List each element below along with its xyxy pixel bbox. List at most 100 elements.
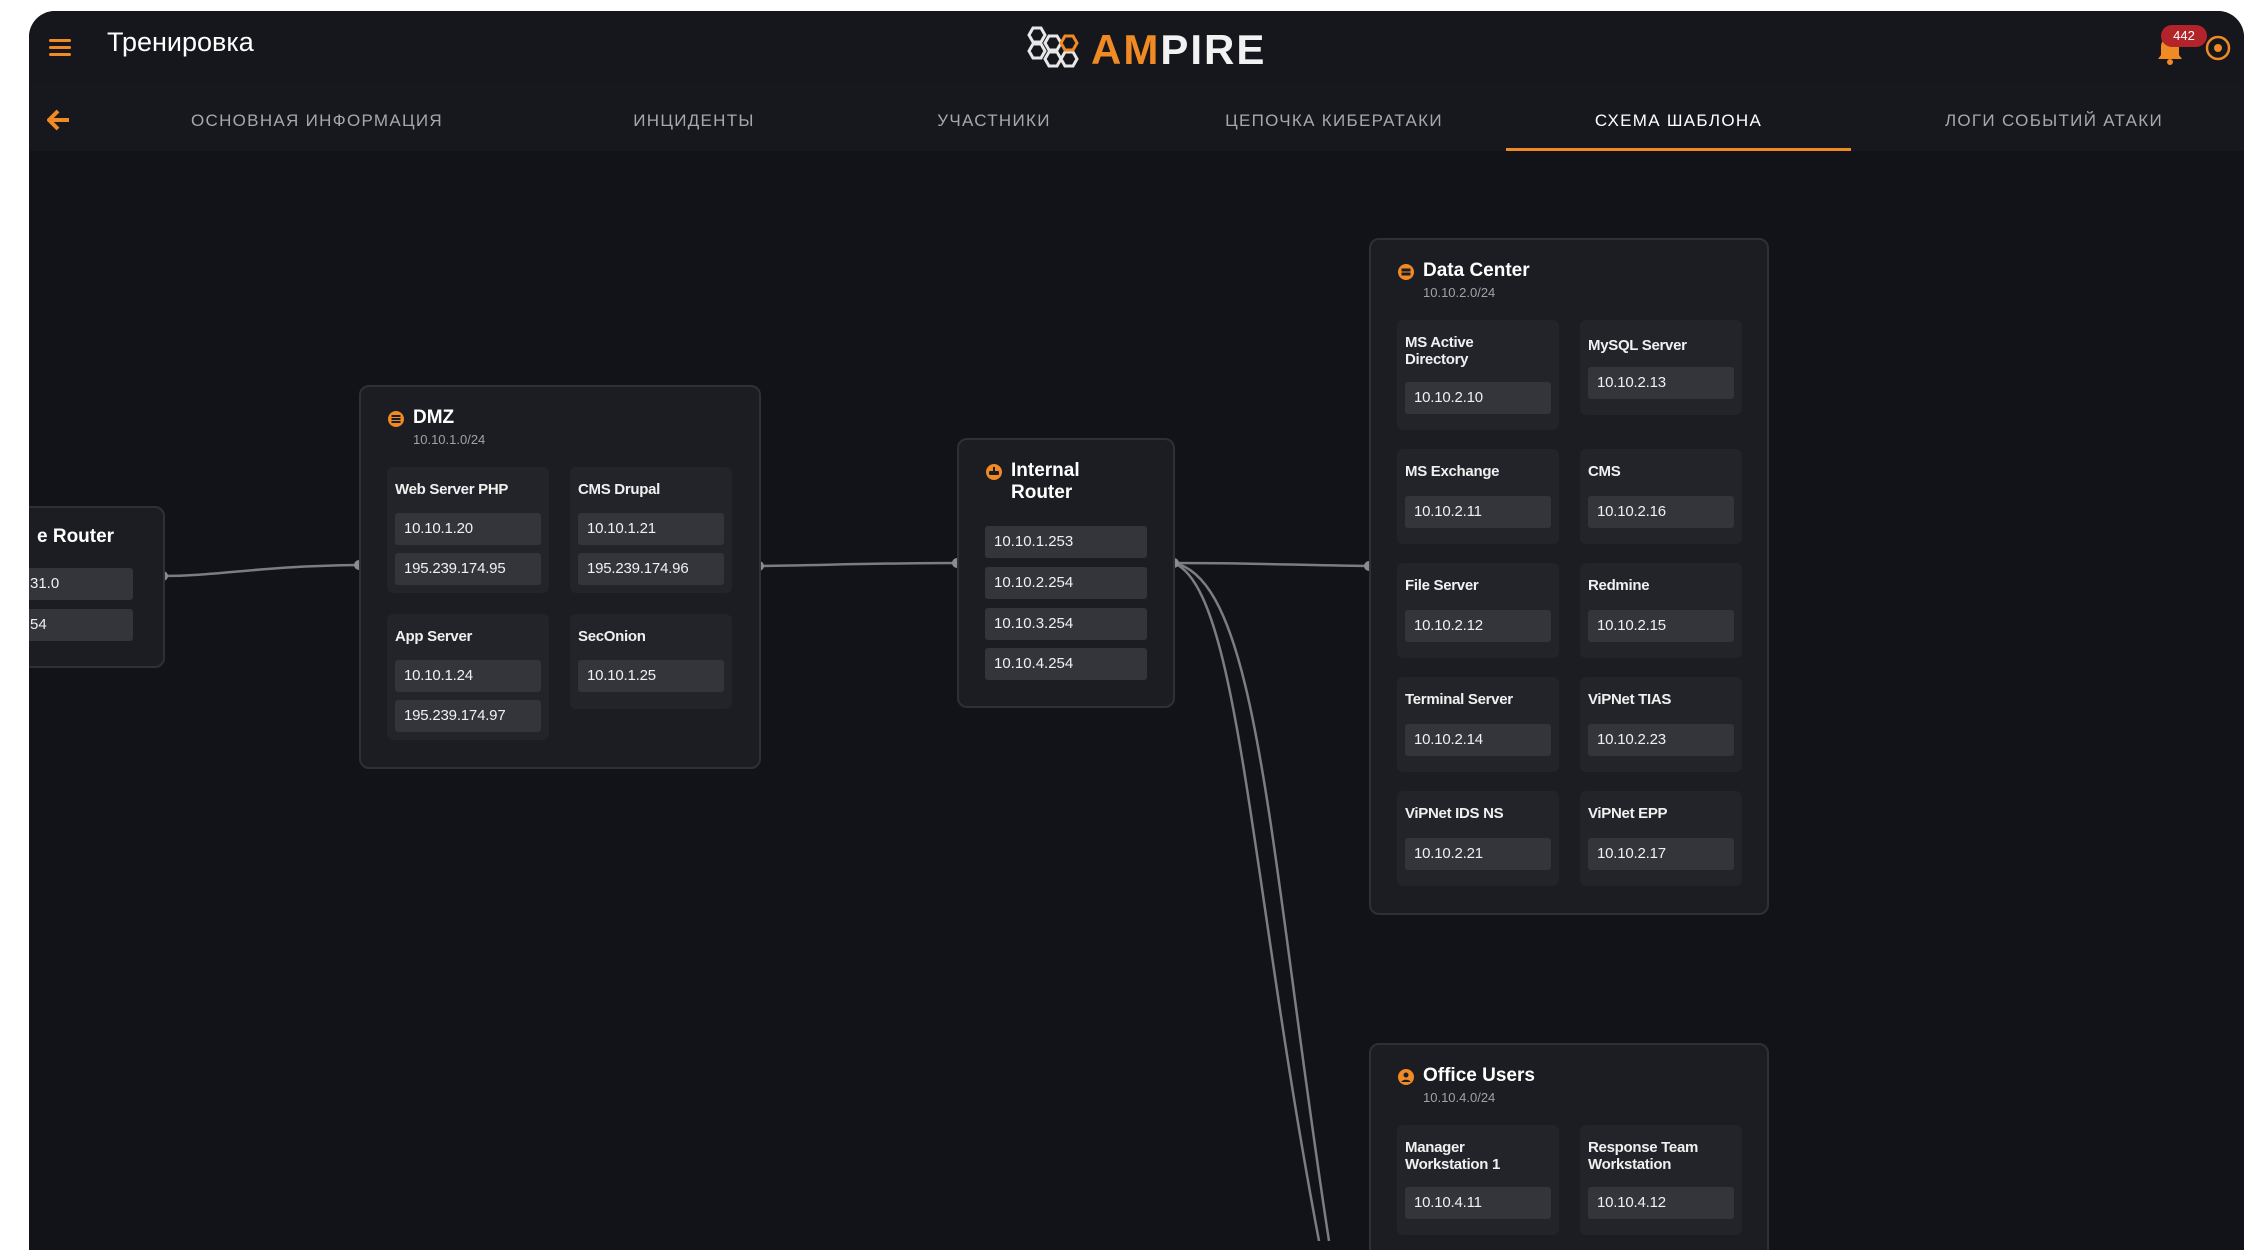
ip-chip: 10.10.1.25: [578, 660, 724, 692]
ip-chip: 10.10.2.16: [1588, 496, 1734, 528]
network-zone-icon: [388, 411, 404, 427]
ip-chip: 10.10.2.17: [1588, 838, 1734, 870]
host-card[interactable]: Response Team Workstation 10.10.4.12: [1580, 1125, 1742, 1235]
users-zone-icon: [1398, 1069, 1414, 1085]
host-name: CMS Drupal: [578, 481, 661, 498]
ip-chip: 10.10.2.11: [1405, 496, 1551, 528]
notification-badge: 442: [2161, 25, 2207, 47]
ip-chip: 10.10.1.21: [578, 513, 724, 545]
page-title: Тренировка: [107, 27, 254, 57]
host-name: Web Server PHP: [395, 481, 509, 498]
edge-edge-router-dmz: [162, 563, 360, 578]
ip-chip: 195.239.174.96: [578, 553, 724, 585]
host-card[interactable]: SecOnion 10.10.1.25: [570, 614, 732, 709]
host-card[interactable]: App Server 10.10.1.24 195.239.174.97: [387, 614, 549, 740]
ip-chip: 10.10.2.23: [1588, 724, 1734, 756]
host-name: ViPNet TIAS: [1588, 691, 1672, 708]
host-name: Manager: [1405, 1139, 1465, 1156]
tab-bar: ОСНОВНАЯ ИНФОРМАЦИЯ ИНЦИДЕНТЫ УЧАСТНИКИ …: [29, 83, 2244, 151]
data-center-zone-node[interactable]: Data Center 10.10.2.0/24 MS Active Direc…: [1369, 238, 1769, 915]
host-card[interactable]: CMS 10.10.2.16: [1580, 449, 1742, 544]
ip-chip: 10.10.2.14: [1405, 724, 1551, 756]
ip-chip: 195.239.174.97: [395, 700, 541, 732]
tab-kill-chain[interactable]: ЦЕПОЧКА КИБЕРАТАКИ: [1189, 83, 1479, 151]
host-card[interactable]: MS Exchange 10.10.2.11: [1397, 449, 1559, 544]
host-name: ViPNet EPP: [1588, 805, 1668, 822]
edge-router-office-1: [1173, 561, 1331, 1241]
host-name: CMS: [1588, 463, 1621, 480]
host-name: File Server: [1405, 577, 1479, 594]
host-card[interactable]: Web Server PHP 10.10.1.20 195.239.174.95: [387, 467, 549, 593]
ip-chip: 10.10.1.253: [985, 526, 1147, 558]
ip-chip: 10.10.2.254: [985, 567, 1147, 599]
ip-chip: 10.10.1.20: [395, 513, 541, 545]
ip-chip: 10.10.3.254: [985, 608, 1147, 640]
internal-router-node[interactable]: Internal Router 10.10.1.253 10.10.2.254 …: [957, 438, 1175, 708]
ip-chip: 10.10.2.10: [1405, 382, 1551, 414]
office-users-zone-node[interactable]: Office Users 10.10.4.0/24 Manager Workst…: [1369, 1043, 1769, 1250]
host-card[interactable]: MySQL Server 10.10.2.13: [1580, 320, 1742, 415]
ip-chip: 31.0: [29, 568, 133, 600]
network-diagram-canvas[interactable]: e Router 31.0 54 DMZ 10.10.1.0/24 Web Se…: [29, 151, 2244, 1250]
hamburger-menu-icon[interactable]: [49, 39, 71, 57]
host-name: Redmine: [1588, 577, 1650, 594]
host-card[interactable]: Manager Workstation 1 10.10.4.11: [1397, 1125, 1559, 1235]
zone-title: DMZ: [413, 407, 455, 428]
host-card[interactable]: ViPNet IDS NS 10.10.2.21: [1397, 791, 1559, 886]
logo-text: PIRE: [1160, 26, 1267, 73]
tab-participants[interactable]: УЧАСТНИКИ: [889, 83, 1099, 151]
ip-chip: 54: [29, 609, 133, 641]
zone-subnet: 10.10.2.0/24: [1423, 285, 1496, 300]
host-name: ViPNet IDS NS: [1405, 805, 1504, 822]
ip-chip: 10.10.2.21: [1405, 838, 1551, 870]
host-name-line2: Directory: [1405, 351, 1469, 368]
tab-incidents[interactable]: ИНЦИДЕНТЫ: [589, 83, 799, 151]
zone-title: Data Center: [1423, 260, 1530, 281]
host-name: MS Active: [1405, 334, 1474, 351]
top-bar: Тренировка AMPIRE 442: [29, 11, 2244, 83]
host-card[interactable]: File Server 10.10.2.12: [1397, 563, 1559, 658]
ip-chip: 10.10.4.12: [1588, 1187, 1734, 1219]
host-name: App Server: [395, 628, 473, 645]
host-card[interactable]: MS Active Directory 10.10.2.10: [1397, 320, 1559, 430]
ip-chip: 10.10.4.254: [985, 648, 1147, 680]
router-title-line2: Router: [1011, 482, 1073, 503]
router-title: Internal: [1011, 460, 1080, 481]
ip-chip: 10.10.2.13: [1588, 367, 1734, 399]
host-name-line2: Workstation: [1588, 1156, 1672, 1173]
ip-chip: 10.10.2.12: [1405, 610, 1551, 642]
host-card[interactable]: Redmine 10.10.2.15: [1580, 563, 1742, 658]
zone-subnet: 10.10.1.0/24: [413, 432, 486, 447]
dmz-zone-node[interactable]: DMZ 10.10.1.0/24 Web Server PHP 10.10.1.…: [359, 385, 761, 769]
ip-chip: 195.239.174.95: [395, 553, 541, 585]
host-card[interactable]: Terminal Server 10.10.2.14: [1397, 677, 1559, 772]
zone-title: Office Users: [1423, 1065, 1535, 1086]
host-card[interactable]: ViPNet TIAS 10.10.2.23: [1580, 677, 1742, 772]
tab-main-info[interactable]: ОСНОВНАЯ ИНФОРМАЦИЯ: [177, 83, 457, 151]
host-name: SecOnion: [578, 628, 646, 645]
server-zone-icon: [1398, 264, 1414, 280]
router-icon: [986, 464, 1002, 480]
edge-dmz-internal-router: [758, 561, 958, 568]
app-window: Тренировка AMPIRE 442 ОСНОВНАЯ ИНФОРМАЦИ…: [29, 11, 2244, 1250]
host-card[interactable]: CMS Drupal 10.10.1.21 195.239.174.96: [570, 467, 732, 593]
ip-chip: 10.10.1.24: [395, 660, 541, 692]
logo-text-accent: AM: [1091, 26, 1161, 73]
ip-chip: 10.10.2.15: [1588, 610, 1734, 642]
host-name-line2: Workstation 1: [1405, 1156, 1501, 1173]
tab-template-scheme[interactable]: СХЕМА ШАБЛОНА: [1506, 83, 1851, 151]
back-arrow-icon[interactable]: [47, 109, 71, 131]
ip-chip: 10.10.4.11: [1405, 1187, 1551, 1219]
host-card[interactable]: ViPNet EPP 10.10.2.17: [1580, 791, 1742, 886]
edge-router-node[interactable]: e Router 31.0 54: [29, 506, 165, 668]
edge-router-office-2: [1173, 561, 1321, 1241]
ampire-logo: AMPIRE: [1019, 23, 1266, 77]
tab-attack-logs[interactable]: ЛОГИ СОБЫТИЙ АТАКИ: [1909, 83, 2199, 151]
host-name: Response Team: [1588, 1139, 1699, 1156]
zone-subnet: 10.10.4.0/24: [1423, 1090, 1496, 1105]
host-name: MS Exchange: [1405, 463, 1500, 480]
edge-router-datacenter: [1173, 561, 1370, 568]
target-icon[interactable]: [2203, 33, 2233, 63]
host-name: MySQL Server: [1588, 337, 1687, 354]
hexagon-logo-icon: [1027, 26, 1079, 68]
